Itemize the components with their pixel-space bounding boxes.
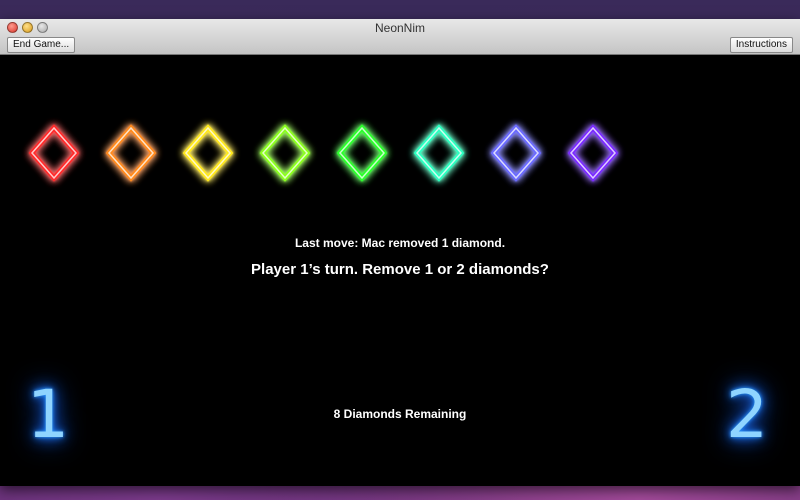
diamond-icon[interactable] <box>413 124 465 182</box>
diamond-icon[interactable] <box>105 124 157 182</box>
instructions-button[interactable]: Instructions <box>729 37 793 53</box>
diamond-icon[interactable] <box>259 124 311 182</box>
titlebar: NeonNim End Game... Instructions <box>0 19 800 55</box>
diamond-icon[interactable] <box>336 124 388 182</box>
diamond-icon[interactable] <box>28 124 80 182</box>
app-window: NeonNim End Game... Instructions Last mo… <box>0 19 800 486</box>
window-title: NeonNim <box>374 21 425 35</box>
player-1-indicator: 1 <box>27 376 69 453</box>
diamonds-remaining-text: 8 Diamonds Remaining <box>333 407 467 421</box>
game-board: Last move: Mac removed 1 diamond. Player… <box>0 55 800 486</box>
diamond-icon[interactable] <box>567 124 619 182</box>
diamond-icon[interactable] <box>490 124 542 182</box>
diamond-icon[interactable] <box>182 124 234 182</box>
player-2-indicator: 2 <box>726 376 768 453</box>
diamond-row <box>28 124 619 182</box>
turn-prompt-text: Player 1’s turn. Remove 1 or 2 diamonds? <box>251 261 549 278</box>
last-move-text: Last move: Mac removed 1 diamond. <box>294 236 506 250</box>
end-game-button[interactable]: End Game... <box>7 37 76 53</box>
